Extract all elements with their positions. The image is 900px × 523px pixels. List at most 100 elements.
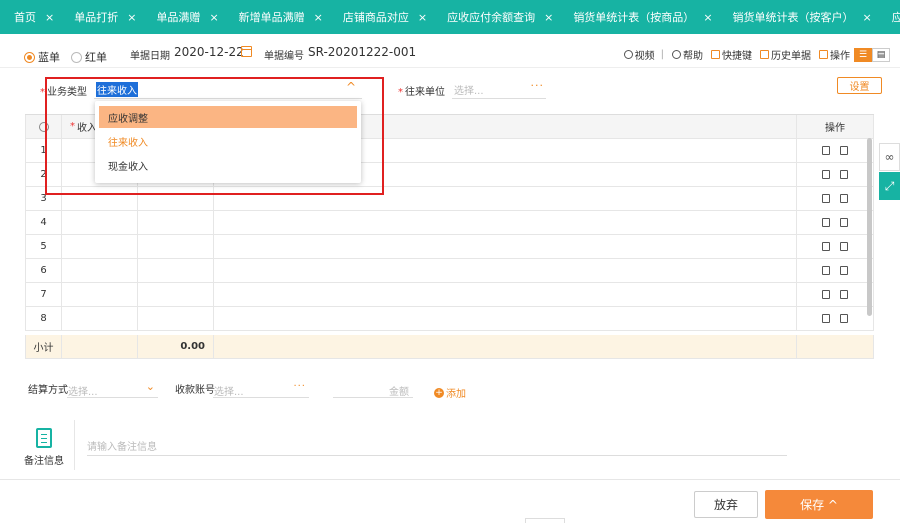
docno-value: SR-20201222-001 xyxy=(308,45,417,59)
unit-select[interactable]: 选择... ··· xyxy=(452,79,546,99)
tab-bar: 首页 × 单品打折 × 单品满赠 × 新增单品满赠 × 店铺商品对应 × 应收应付余额查询… xyxy=(0,0,900,34)
tab-home[interactable]: 首页 × xyxy=(0,0,60,34)
remark-cell[interactable] xyxy=(214,235,797,258)
list-view-icon[interactable]: ☰ xyxy=(854,47,872,62)
more-icon[interactable]: ··· xyxy=(531,79,545,92)
link-icon[interactable]: ∞ xyxy=(879,143,900,171)
grid-scrollbar[interactable] xyxy=(867,138,872,316)
settle-method-label: 结算方式 xyxy=(28,385,68,396)
chevron-down-icon[interactable]: ⌄ xyxy=(146,380,155,393)
expand-icon[interactable]: ⤢ xyxy=(879,172,900,200)
tab-balance-query[interactable]: 应收应付余额查询 × xyxy=(433,0,559,34)
amount-cell[interactable] xyxy=(138,235,214,258)
delete-icon[interactable] xyxy=(822,170,830,179)
help-button[interactable]: 帮助 xyxy=(672,47,703,62)
account-placeholder: 选择... xyxy=(214,387,244,398)
close-icon[interactable]: × xyxy=(418,11,427,24)
card-view-icon[interactable]: ▤ xyxy=(872,47,890,62)
subtotal-empty xyxy=(214,335,797,358)
add-settlement-button[interactable]: + 添加 xyxy=(434,385,466,400)
subtotal-empty xyxy=(797,335,874,358)
close-icon[interactable]: × xyxy=(45,11,54,24)
tab-receivable[interactable]: 应收 xyxy=(878,0,900,34)
delete-icon[interactable] xyxy=(822,218,830,227)
copy-icon[interactable] xyxy=(840,242,848,251)
close-icon[interactable]: × xyxy=(314,11,323,24)
notes-divider xyxy=(74,420,75,470)
tab-store-goods[interactable]: 店铺商品对应 × xyxy=(329,0,433,34)
copy-icon[interactable] xyxy=(840,218,848,227)
discard-button[interactable]: 放弃 xyxy=(694,491,758,518)
income-cell[interactable] xyxy=(62,259,138,282)
amount-cell[interactable] xyxy=(138,283,214,306)
delete-icon[interactable] xyxy=(822,266,830,275)
delete-icon[interactable] xyxy=(822,314,830,323)
row-number: 5 xyxy=(25,235,62,258)
subtotal-empty xyxy=(62,335,138,358)
history-button[interactable]: 历史单据 xyxy=(760,47,811,62)
save-button[interactable]: 保存 ^ xyxy=(765,490,873,519)
delete-icon[interactable] xyxy=(822,290,830,299)
copy-icon[interactable] xyxy=(840,290,848,299)
copy-icon[interactable] xyxy=(840,314,848,323)
tab-sales-by-customer[interactable]: 销货单统计表（按客户） × xyxy=(719,0,878,34)
amount-cell[interactable] xyxy=(138,307,214,330)
notes-placeholder: 请输入备注信息 xyxy=(87,442,157,453)
add-label: 添加 xyxy=(446,389,466,400)
radio-blue-doc[interactable]: 蓝单 xyxy=(24,49,60,65)
copy-icon[interactable] xyxy=(840,146,848,155)
copy-icon[interactable] xyxy=(840,194,848,203)
ops-label: 操作 xyxy=(830,51,850,62)
radio-label: 红单 xyxy=(85,51,107,64)
divider: | xyxy=(660,49,664,60)
delete-icon[interactable] xyxy=(822,146,830,155)
remark-cell[interactable] xyxy=(214,259,797,282)
tab-sales-by-goods[interactable]: 销货单统计表（按商品） × xyxy=(559,0,718,34)
play-icon xyxy=(623,50,633,59)
calendar-icon[interactable] xyxy=(241,46,252,57)
table-row: 6 xyxy=(25,259,874,283)
account-select[interactable]: 选择... ··· xyxy=(213,380,309,398)
tab-single-gift[interactable]: 单品满赠 × xyxy=(142,0,224,34)
income-cell[interactable] xyxy=(62,235,138,258)
tab-label: 应收应付余额查询 xyxy=(447,11,536,24)
amount-cell[interactable] xyxy=(138,211,214,234)
delete-icon[interactable] xyxy=(822,194,830,203)
shortcut-button[interactable]: 快捷键 xyxy=(711,47,752,62)
amount-cell[interactable] xyxy=(138,259,214,282)
close-icon[interactable]: × xyxy=(703,11,712,24)
ops-button[interactable]: 操作 xyxy=(819,47,850,62)
settle-method-select[interactable]: 选择... ⌄ xyxy=(67,380,158,398)
amount-input[interactable]: 金额 xyxy=(333,380,413,398)
income-cell[interactable] xyxy=(62,211,138,234)
radio-red-doc[interactable]: 红单 xyxy=(71,49,107,65)
delete-icon[interactable] xyxy=(822,242,830,251)
document-header: 蓝单 红单 单据日期 2020-12-22 单据编号 SR-20201222-0… xyxy=(0,34,900,68)
date-label: 单据日期 xyxy=(130,51,170,62)
remark-cell[interactable] xyxy=(214,307,797,330)
settle-method-placeholder: 选择... xyxy=(68,387,98,398)
copy-icon[interactable] xyxy=(840,170,848,179)
toolbar: 视频 | 帮助 快捷键 历史单据 操作 ☰ ▤ xyxy=(616,47,890,62)
tab-new-single-gift[interactable]: 新增单品满赠 × xyxy=(225,0,329,34)
close-icon[interactable]: × xyxy=(209,11,218,24)
copy-icon[interactable] xyxy=(840,266,848,275)
income-cell[interactable] xyxy=(62,307,138,330)
more-icon[interactable]: ··· xyxy=(293,381,306,392)
video-button[interactable]: 视频 xyxy=(623,47,655,62)
radio-unchecked-icon xyxy=(71,51,82,63)
close-icon[interactable]: × xyxy=(127,11,136,24)
amount-placeholder: 金额 xyxy=(389,387,409,398)
settings-button[interactable]: 设置 xyxy=(837,77,882,94)
close-icon[interactable]: × xyxy=(544,11,553,24)
income-cell[interactable] xyxy=(62,283,138,306)
date-value[interactable]: 2020-12-22 xyxy=(174,45,244,59)
close-icon[interactable]: × xyxy=(863,11,872,24)
remark-cell[interactable] xyxy=(214,283,797,306)
row-number: 7 xyxy=(25,283,62,306)
remark-cell[interactable] xyxy=(214,211,797,234)
tab-label: 销货单统计表（按客户） xyxy=(732,11,854,24)
notes-input[interactable]: 请输入备注信息 xyxy=(87,438,787,456)
tab-single-discount[interactable]: 单品打折 × xyxy=(60,0,142,34)
ops-header: 操作 xyxy=(797,115,874,138)
